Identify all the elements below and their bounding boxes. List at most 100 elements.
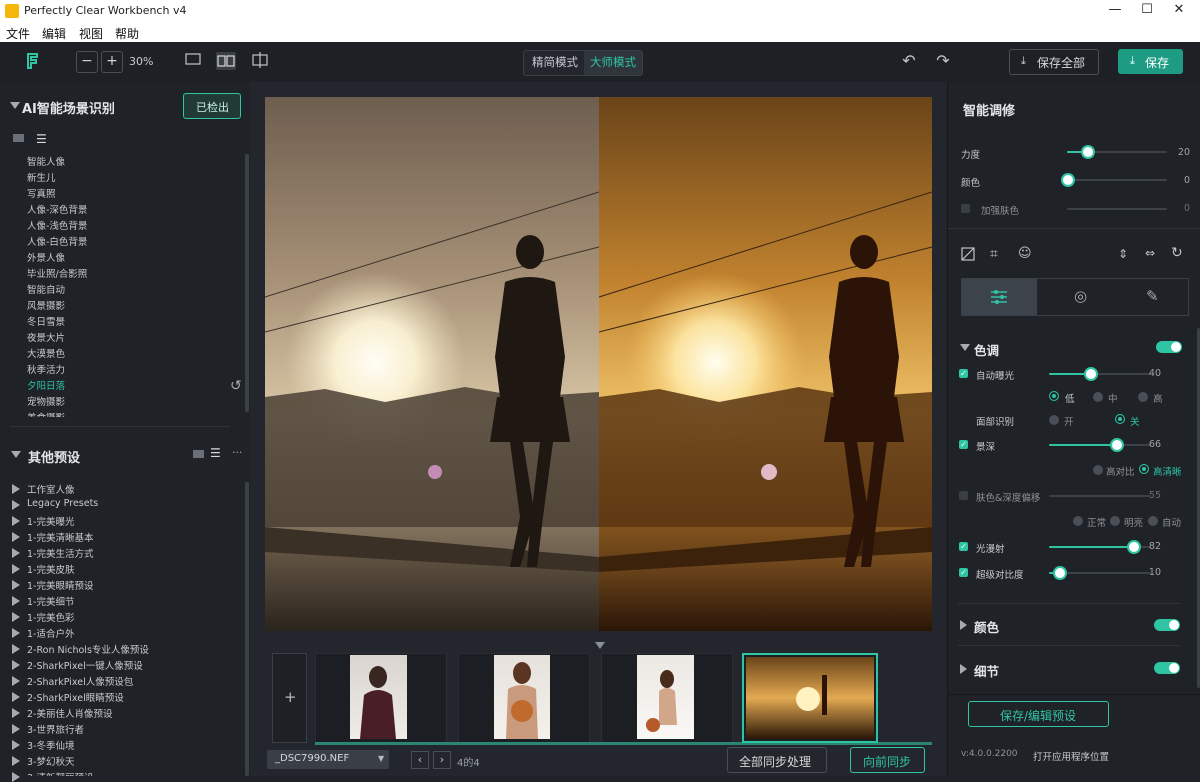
simple-mode-tab[interactable]: 精简模式 (532, 54, 578, 70)
filmstrip-scrollbar[interactable] (315, 742, 932, 745)
save-button[interactable]: ⤓ 保存 (1118, 49, 1183, 74)
compare-view-icon[interactable] (251, 52, 269, 70)
prev-image-button[interactable]: ‹ (411, 751, 429, 769)
preset-item[interactable]: 2-Ron Nichols专业人像预设 (27, 642, 149, 656)
preset-item[interactable]: 工作室人像 (27, 482, 75, 496)
crop-icon[interactable]: ⌗ (990, 246, 998, 262)
preset-item[interactable]: 1-适合户外 (27, 626, 74, 640)
open-app-location-link[interactable]: 打开应用程序位置 (1033, 749, 1109, 763)
expand-arrow-icon[interactable] (12, 740, 20, 750)
depth-slider-knob[interactable] (1110, 438, 1124, 452)
file-select[interactable]: _DSC7990.NEF ▼ (267, 750, 389, 769)
preset-item[interactable]: 1-完美眼睛预设 (27, 578, 93, 592)
preset-item[interactable]: 1-完美细节 (27, 594, 74, 608)
scene-item[interactable]: 美食摄影 (27, 410, 65, 417)
expand-arrow-icon[interactable] (960, 620, 967, 630)
detail-toggle[interactable] (1154, 662, 1180, 674)
preset-item[interactable]: 3-梦幻秋天 (27, 754, 74, 768)
expand-arrow-icon[interactable] (12, 596, 20, 606)
save-preset-button[interactable]: 保存/编辑预设 (968, 701, 1109, 727)
zoom-out-button[interactable]: − (76, 51, 98, 73)
preset-item[interactable]: 3-冬季仙境 (27, 738, 74, 752)
preset-item[interactable]: 2-美丽佳人肖像预设 (27, 706, 112, 720)
thumbnail-active[interactable] (742, 653, 878, 743)
high-contrast-radio[interactable] (1093, 465, 1103, 475)
grid-view-icon[interactable] (13, 134, 24, 142)
thumbnail-2[interactable] (494, 655, 550, 739)
list-view-icon[interactable]: ☰ (210, 446, 221, 460)
bright-radio[interactable] (1110, 516, 1120, 526)
scene-item[interactable]: 夜景大片 (27, 330, 65, 344)
more-icon[interactable]: ··· (232, 446, 243, 459)
expand-arrow-icon[interactable] (12, 676, 20, 686)
auto-radio[interactable] (1148, 516, 1158, 526)
scene-item[interactable]: 毕业照/合影照 (27, 266, 87, 280)
grid-view-icon[interactable] (193, 450, 204, 458)
collapse-arrow-icon[interactable] (11, 451, 21, 458)
expand-arrow-icon[interactable] (960, 664, 967, 674)
face-off-radio[interactable] (1115, 414, 1125, 424)
preset-item[interactable]: 1-完美色彩 (27, 610, 74, 624)
add-image-button[interactable]: + (272, 653, 307, 743)
expand-arrow-icon[interactable] (12, 644, 20, 654)
scene-item[interactable]: 人像-白色背景 (27, 234, 87, 248)
scene-scrollbar[interactable] (245, 154, 249, 412)
scene-item[interactable]: 风景摄影 (27, 298, 65, 312)
list-view-icon[interactable]: ☰ (36, 132, 47, 146)
color-toggle[interactable] (1154, 619, 1180, 631)
depth-checkbox[interactable]: ✓ (959, 440, 968, 449)
sync-all-button[interactable]: 全部同步处理 (727, 747, 827, 773)
menu-help[interactable]: 帮助 (115, 25, 139, 42)
expand-arrow-icon[interactable] (12, 580, 20, 590)
skin-depth-checkbox[interactable] (959, 491, 968, 500)
expand-arrow-icon[interactable] (12, 756, 20, 766)
preset-item[interactable]: 1-完美生活方式 (27, 546, 93, 560)
maximize-button[interactable]: ☐ (1132, 2, 1162, 20)
menu-view[interactable]: 视图 (79, 25, 103, 42)
preset-item[interactable]: 2-SharkPixel眼睛预设 (27, 690, 124, 704)
expand-arrow-icon[interactable] (12, 500, 20, 510)
scene-item[interactable]: 智能自动 (27, 282, 65, 296)
adjust-tab[interactable] (962, 279, 1037, 315)
expand-arrow-icon[interactable] (12, 772, 20, 782)
strength-slider-knob[interactable] (1081, 145, 1095, 159)
preset-item[interactable]: 1-完美皮肤 (27, 562, 74, 576)
scene-item[interactable]: 写真照 (27, 186, 56, 200)
glow-checkbox[interactable]: ✓ (959, 542, 968, 551)
before-after-photo[interactable] (264, 97, 933, 631)
scene-item[interactable]: 外景人像 (27, 250, 65, 264)
preset-item[interactable]: 2-SharkPixel人像预设包 (27, 674, 133, 688)
scene-item[interactable]: 人像-浅色背景 (27, 218, 87, 232)
super-contrast-slider-knob[interactable] (1053, 566, 1067, 580)
minimize-button[interactable]: — (1100, 2, 1130, 20)
next-image-button[interactable]: › (433, 751, 451, 769)
exposure-tool-icon[interactable] (961, 247, 975, 261)
scene-item[interactable]: 秋季活力 (27, 362, 65, 376)
exposure-mid-radio[interactable] (1093, 392, 1103, 402)
sync-forward-button[interactable]: 向前同步 (850, 747, 925, 773)
reset-icon[interactable]: ↺ (230, 378, 242, 394)
preset-item[interactable]: 3-世界旅行者 (27, 722, 84, 736)
flip-horizontal-icon[interactable]: ⇔ (1145, 246, 1155, 260)
color-slider-knob[interactable] (1061, 173, 1075, 187)
preset-item[interactable]: 2-SharkPixel一键人像预设 (27, 658, 143, 672)
expand-arrow-icon[interactable] (12, 548, 20, 558)
scene-item[interactable]: 大漠景色 (27, 346, 65, 360)
close-button[interactable]: ✕ (1164, 2, 1194, 20)
preset-item[interactable]: 3-清新靓丽预设 (27, 770, 93, 776)
expand-arrow-icon[interactable] (12, 564, 20, 574)
expand-arrow-icon[interactable] (12, 708, 20, 718)
eye-retouch-icon[interactable]: ◎ (1074, 287, 1087, 305)
high-clarity-radio[interactable] (1139, 464, 1149, 474)
palette-icon[interactable]: ✎ (1146, 287, 1159, 305)
scene-item[interactable]: 冬日雪景 (27, 314, 65, 328)
thumbnail-1[interactable] (350, 655, 407, 739)
menu-file[interactable]: 文件 (6, 25, 30, 42)
auto-exposure-checkbox[interactable]: ✓ (959, 369, 968, 378)
scene-item[interactable]: 宠物摄影 (27, 394, 65, 408)
undo-icon[interactable]: ↶ (900, 52, 918, 70)
master-mode-tab[interactable]: 大师模式 (590, 54, 636, 70)
auto-exposure-slider-knob[interactable] (1084, 367, 1098, 381)
save-all-button[interactable]: ⤓ 保存全部 (1009, 49, 1099, 75)
detected-button[interactable]: 已检出 (183, 93, 241, 119)
